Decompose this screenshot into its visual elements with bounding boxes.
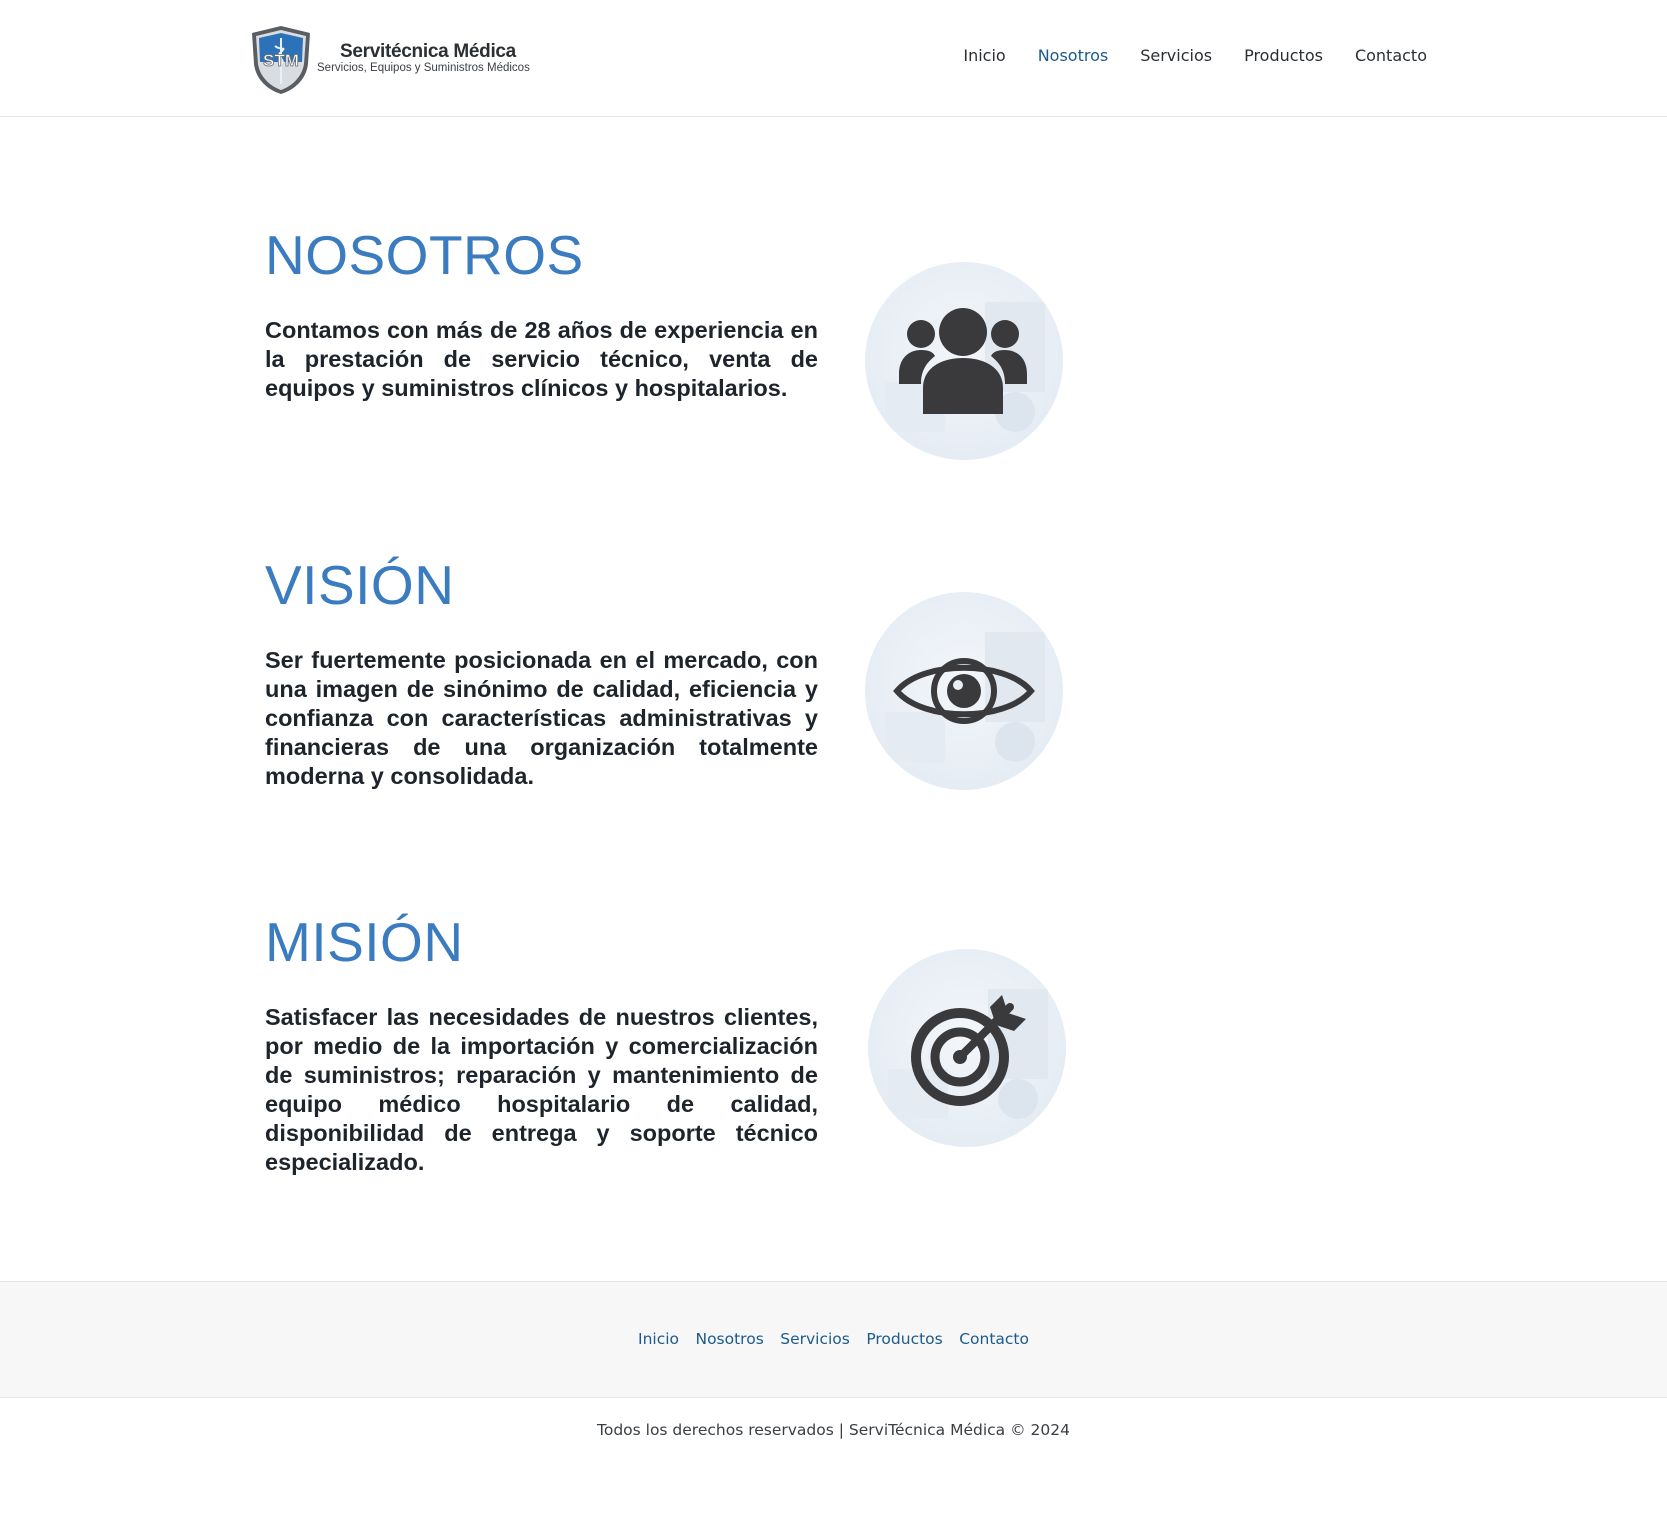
section-text-nosotros: Contamos con más de 28 años de experienc… <box>265 317 818 401</box>
logo-initials: STM <box>263 51 299 70</box>
logo-tagline: Servicios, Equipos y Suministros Médicos <box>317 62 530 74</box>
section-text-mision: Satisfacer las necesidades de nuestros c… <box>265 1004 818 1175</box>
site-header: STM Servitécnica Médica Servicios, Equip… <box>0 0 1667 117</box>
mision-image <box>868 949 1066 1147</box>
users-icon <box>899 308 1027 414</box>
section-nosotros: NOSOTROS Contamos con más de 28 años de … <box>265 228 1065 488</box>
footer-link-inicio[interactable]: Inicio <box>638 1330 679 1348</box>
section-mision: MISIÓN Satisfacer las necesidades de nue… <box>265 915 1066 1205</box>
nav-contacto[interactable]: Contacto <box>1355 46 1427 65</box>
footer-link-productos[interactable]: Productos <box>866 1330 942 1348</box>
section-text-vision: Ser fuertemente posicionada en el mercad… <box>265 647 818 789</box>
eye-icon <box>893 658 1035 724</box>
footer-nav-bar: Inicio Nosotros Servicios Productos Cont… <box>0 1281 1667 1398</box>
nav-productos[interactable]: Productos <box>1244 46 1323 65</box>
vision-image <box>865 592 1063 790</box>
site-logo[interactable]: STM Servitécnica Médica Servicios, Equip… <box>248 24 548 100</box>
target-icon <box>911 995 1026 1106</box>
footer-nav: Inicio Nosotros Servicios Productos Cont… <box>0 1330 1667 1349</box>
logo-name: Servitécnica Médica <box>340 41 516 62</box>
nav-servicios[interactable]: Servicios <box>1140 46 1212 65</box>
footer-link-nosotros[interactable]: Nosotros <box>695 1330 763 1348</box>
nosotros-image <box>865 262 1063 460</box>
nav-inicio[interactable]: Inicio <box>963 46 1005 65</box>
footer-link-servicios[interactable]: Servicios <box>780 1330 850 1348</box>
nav-nosotros[interactable]: Nosotros <box>1038 46 1109 65</box>
footer-link-contacto[interactable]: Contacto <box>959 1330 1029 1348</box>
main-nav: Inicio Nosotros Servicios Productos Cont… <box>963 46 1427 65</box>
shield-logo-icon: STM <box>252 26 310 94</box>
copyright-text: Todos los derechos reservados | ServiTéc… <box>597 1421 1070 1439</box>
section-vision: VISIÓN Ser fuertemente posicionada en el… <box>265 558 1065 848</box>
